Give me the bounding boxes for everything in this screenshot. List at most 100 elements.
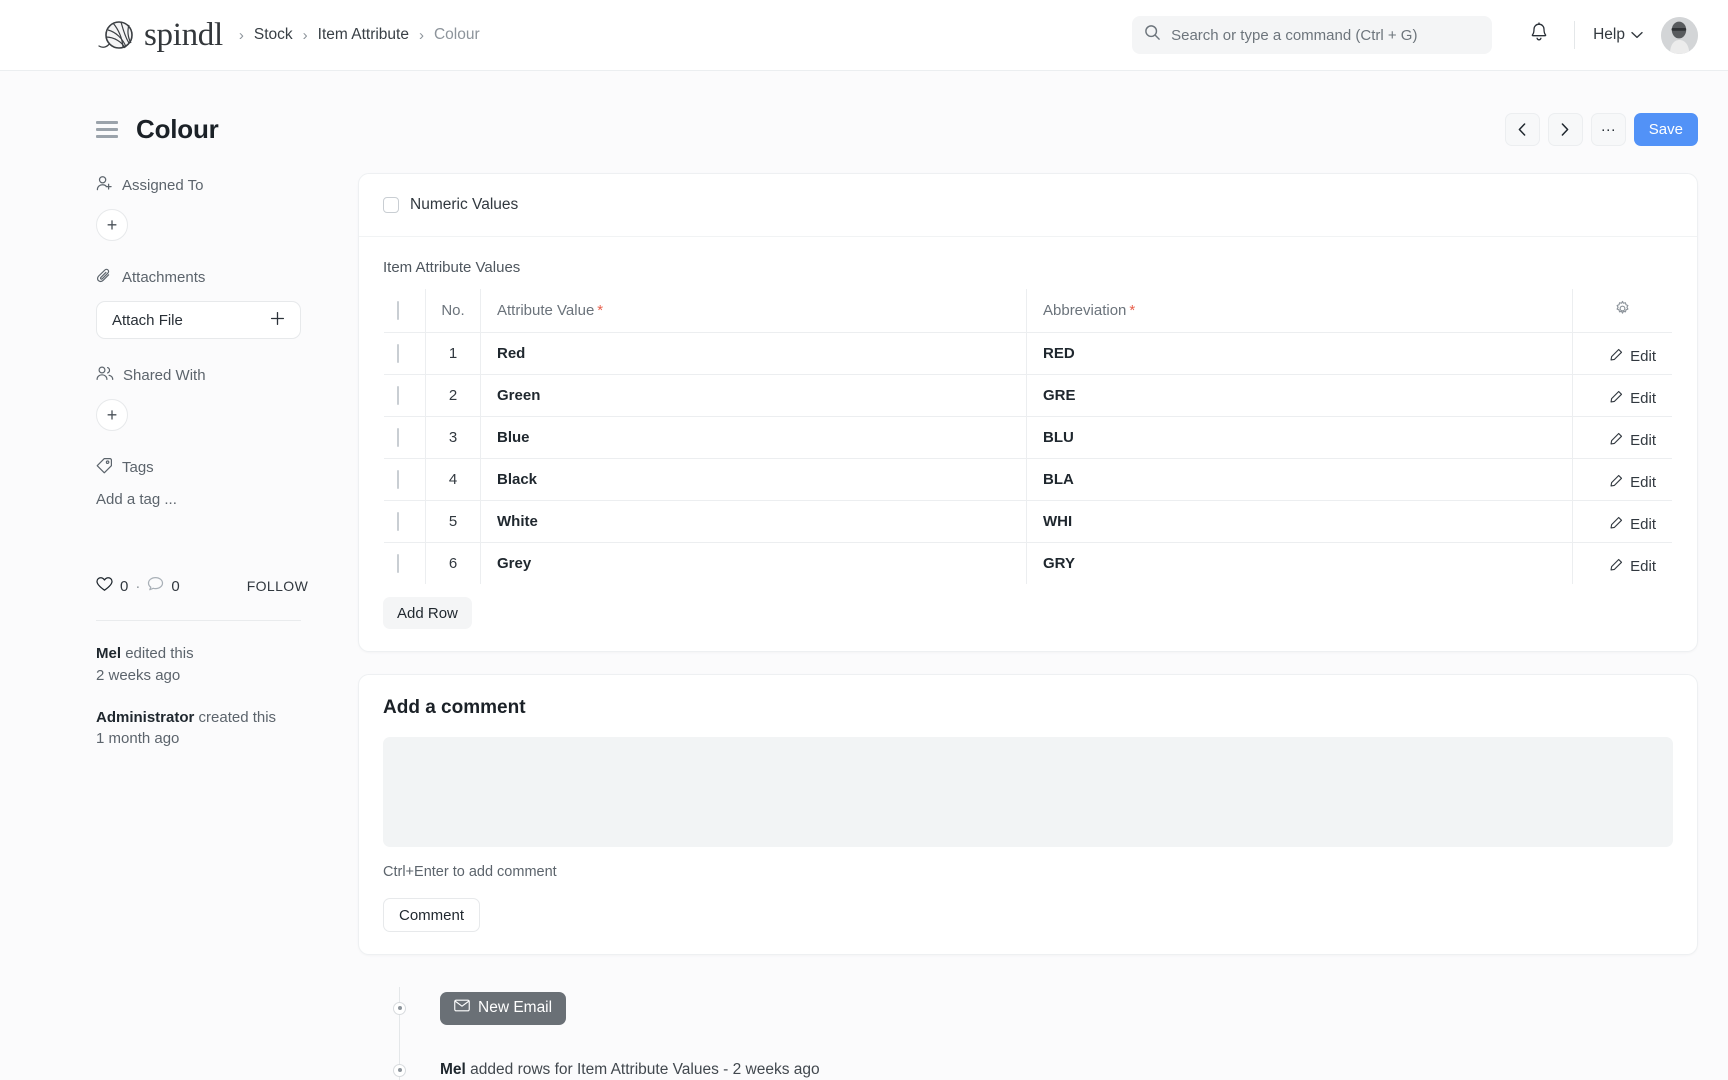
breadcrumb-separator: › [419,28,424,43]
breadcrumb-item-colour: Colour [434,26,480,44]
numeric-values-checkbox[interactable] [383,197,399,213]
bell-icon [1529,22,1549,48]
previous-button[interactable] [1505,113,1540,146]
edit-label: Edit [1630,348,1656,365]
more-actions-button[interactable]: ··· [1591,113,1626,146]
gear-icon[interactable] [1614,304,1631,321]
help-label: Help [1593,26,1625,44]
row-actions: Edit [1573,459,1673,501]
top-navbar: spindl › Stock › Item Attribute › Colour [0,0,1728,71]
row-checkbox[interactable] [397,512,399,531]
activity-timeline: New Email Mel added rows for Item Attrib… [358,977,1698,1080]
navbar-right: Help [1132,16,1698,54]
edit-row-button[interactable]: Edit [1589,426,1656,450]
new-email-label: New Email [478,999,552,1017]
edit-row-button[interactable]: Edit [1589,552,1656,576]
comment-submit-button[interactable]: Comment [383,898,480,932]
navbar-divider [1574,21,1575,49]
grid-label: Item Attribute Values [383,259,1673,276]
new-email-button[interactable]: New Email [440,992,566,1025]
breadcrumb-item-stock[interactable]: Stock [254,26,293,44]
edit-row-button[interactable]: Edit [1589,468,1656,492]
column-settings[interactable] [1573,289,1673,333]
page-header: Colour ··· Save [0,71,1728,159]
cell-attribute-value[interactable]: Grey [481,543,1027,585]
sidebar-stats: 0 · 0 FOLLOW [96,576,358,596]
pencil-icon [1609,390,1623,408]
edit-row-button[interactable]: Edit [1589,510,1656,534]
hamburger-icon[interactable] [96,121,118,138]
notifications-button[interactable] [1522,18,1556,52]
search-icon [1144,24,1161,46]
search-box[interactable] [1132,16,1492,54]
pencil-icon [1609,558,1623,576]
cell-attribute-value[interactable]: Green [481,375,1027,417]
pencil-icon [1609,348,1623,366]
search-input[interactable] [1171,27,1480,44]
main-column: Numeric Values Item Attribute Values No. [358,159,1698,1080]
add-row-button[interactable]: Add Row [383,597,472,629]
table-row[interactable]: 2 Green GRE Edit [384,375,1673,417]
cell-abbreviation[interactable]: GRE [1027,375,1573,417]
table-row[interactable]: 4 Black BLA Edit [384,459,1673,501]
numeric-values-label[interactable]: Numeric Values [410,196,518,214]
save-button[interactable]: Save [1634,113,1698,146]
select-all-checkbox[interactable] [397,301,399,320]
edit-label: Edit [1630,474,1656,491]
timeline-dot-icon [393,1002,406,1015]
add-tag-input[interactable]: Add a tag ... [96,491,358,508]
table-row[interactable]: 6 Grey GRY Edit [384,543,1673,585]
cell-abbreviation[interactable]: WHI [1027,501,1573,543]
stats-separator: · [135,578,140,595]
cell-abbreviation[interactable]: BLU [1027,417,1573,459]
table-body: 1 Red RED Edit [384,333,1673,585]
row-checkbox[interactable] [397,428,399,447]
cell-attribute-value[interactable]: Black [481,459,1027,501]
assigned-to-label: Assigned To [96,175,358,196]
cell-attribute-value[interactable]: Red [481,333,1027,375]
row-actions: Edit [1573,417,1673,459]
follow-button[interactable]: FOLLOW [247,578,309,594]
row-number: 2 [426,375,481,417]
row-select-cell [384,501,426,543]
add-assignee-button[interactable]: + [96,209,128,241]
comment-input[interactable] [383,737,1673,847]
row-checkbox[interactable] [397,344,399,363]
audit-action: edited this [125,645,193,662]
like-count: 0 [120,578,128,595]
row-checkbox[interactable] [397,470,399,489]
brand[interactable]: spindl [96,18,223,52]
row-checkbox[interactable] [397,554,399,573]
tags-label: Tags [96,457,358,478]
heart-icon[interactable] [96,576,113,596]
cell-abbreviation[interactable]: BLA [1027,459,1573,501]
row-checkbox[interactable] [397,386,399,405]
row-actions: Edit [1573,501,1673,543]
comment-icon[interactable] [147,576,164,596]
sidebar-attachments: Attachments Attach File [96,267,358,339]
cell-attribute-value[interactable]: White [481,501,1027,543]
timeline-item-new-email: New Email [384,977,1698,1039]
table-row[interactable]: 5 White WHI Edit [384,501,1673,543]
next-button[interactable] [1548,113,1583,146]
cell-abbreviation[interactable]: GRY [1027,543,1573,585]
tag-icon [96,457,113,478]
cell-abbreviation[interactable]: RED [1027,333,1573,375]
avatar[interactable] [1661,17,1698,54]
help-menu[interactable]: Help [1593,26,1643,44]
users-icon [96,365,114,386]
attach-file-button[interactable]: Attach File [96,301,301,339]
page-title: Colour [136,114,219,145]
table-row[interactable]: 3 Blue BLU Edit [384,417,1673,459]
row-number: 6 [426,543,481,585]
envelope-icon [454,999,470,1017]
table-row[interactable]: 1 Red RED Edit [384,333,1673,375]
row-actions: Edit [1573,543,1673,585]
add-shared-user-button[interactable]: + [96,399,128,431]
attribute-form-card: Numeric Values Item Attribute Values No. [358,173,1698,652]
breadcrumb-item-item-attribute[interactable]: Item Attribute [318,26,409,44]
shared-with-text: Shared With [123,367,206,384]
edit-row-button[interactable]: Edit [1589,342,1656,366]
edit-row-button[interactable]: Edit [1589,384,1656,408]
cell-attribute-value[interactable]: Blue [481,417,1027,459]
